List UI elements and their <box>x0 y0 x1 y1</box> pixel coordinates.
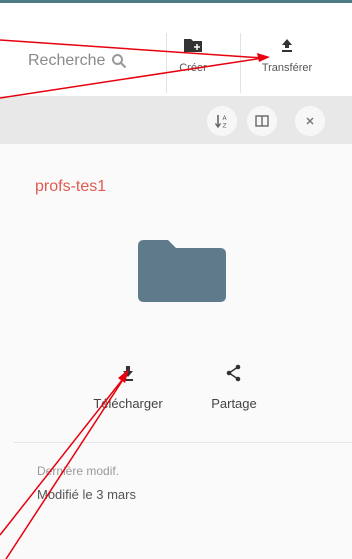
search-input[interactable]: Recherche <box>28 52 105 70</box>
share-icon <box>226 364 241 382</box>
toolbar-separator <box>240 33 241 93</box>
folder-icon <box>138 240 226 302</box>
download-icon <box>123 366 133 381</box>
upload-button[interactable]: Transférer <box>252 37 322 93</box>
search-icon[interactable] <box>111 53 127 69</box>
close-panel-button[interactable] <box>295 106 325 136</box>
sort-az-icon: A Z <box>214 115 228 130</box>
last-modified-value: Modifié le 3 mars <box>37 487 136 502</box>
upload-icon <box>282 39 292 52</box>
download-button[interactable]: Télécharger <box>92 364 164 411</box>
top-toolbar: Recherche Créer Transférer <box>0 3 352 93</box>
folder-title: profs-tes1 <box>35 178 107 195</box>
toggle-layout-button[interactable] <box>247 106 277 136</box>
details-action-bar: A Z <box>0 96 352 144</box>
svg-text:Z: Z <box>223 123 227 130</box>
toolbar-separator <box>166 33 167 93</box>
svg-text:A: A <box>223 115 228 122</box>
share-button[interactable]: Partage <box>204 364 264 411</box>
download-label: Télécharger <box>93 396 163 411</box>
details-panel: profs-tes1 Télécharger Partage Dernière … <box>0 144 352 559</box>
create-label: Créer <box>179 62 207 74</box>
columns-icon <box>255 115 269 127</box>
search-box[interactable]: Recherche <box>28 49 168 73</box>
close-icon <box>306 117 314 125</box>
sort-button[interactable]: A Z <box>207 106 237 136</box>
last-modified-label: Dernière modif. <box>37 464 120 478</box>
create-button[interactable]: Créer <box>172 37 214 93</box>
divider <box>14 442 352 443</box>
new-folder-icon <box>184 39 202 52</box>
upload-label: Transférer <box>261 62 313 74</box>
share-label: Partage <box>211 396 257 411</box>
